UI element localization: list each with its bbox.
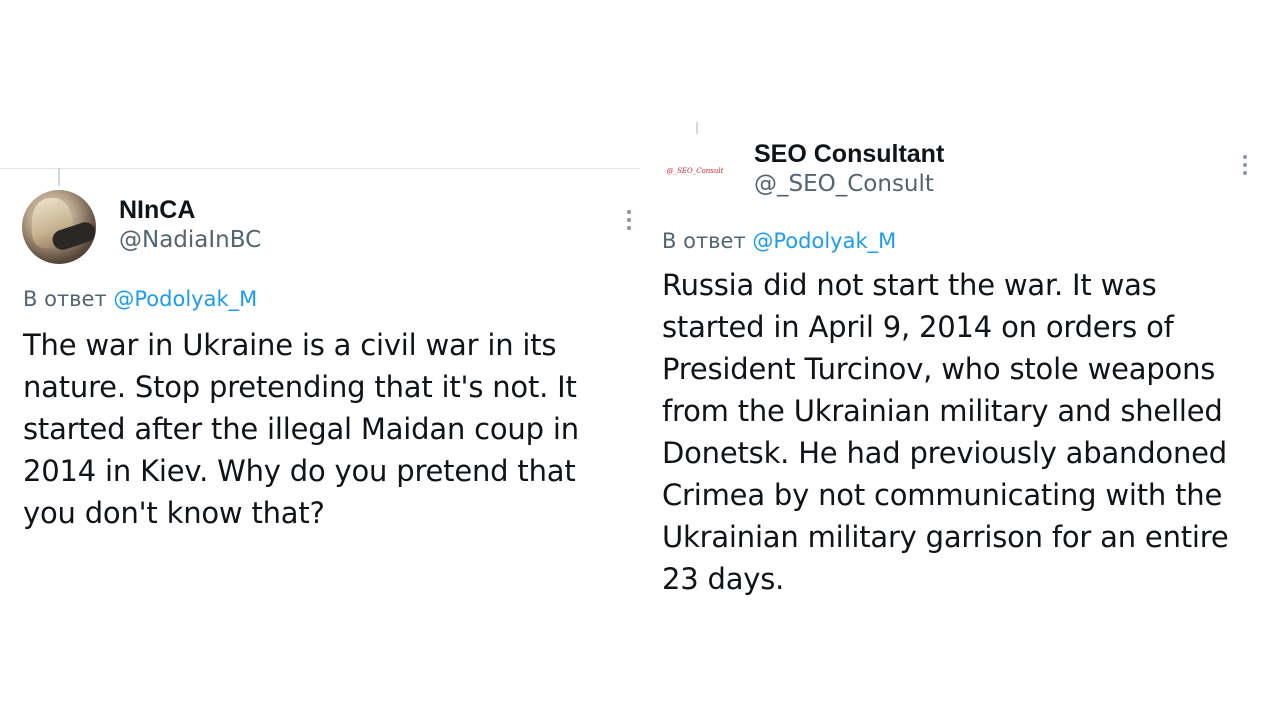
reply-mention-link[interactable]: @Podolyak_M bbox=[113, 287, 257, 311]
author-handle[interactable]: @_SEO_Consult bbox=[754, 171, 934, 197]
avatar-logo-text: @_SEO_Consult bbox=[666, 167, 724, 175]
reply-prefix: В ответ bbox=[662, 229, 753, 253]
reply-mention-link[interactable]: @Podolyak_M bbox=[752, 229, 896, 253]
more-vertical-icon[interactable] bbox=[626, 210, 632, 230]
thread-connector bbox=[58, 168, 60, 186]
author-handle[interactable]: @NadiaInBC bbox=[119, 227, 261, 253]
avatar[interactable]: @_SEO_Consult bbox=[660, 136, 730, 206]
tweet-body: Russia did not start the war. It was sta… bbox=[662, 268, 1229, 596]
author-name[interactable]: NInCA bbox=[119, 196, 195, 225]
reply-context: В ответ @Podolyak_M bbox=[662, 229, 896, 253]
reply-context: В ответ @Podolyak_M bbox=[23, 287, 257, 311]
left-tweet-panel: NInCA @NadiaInBC В ответ @Podolyak_M The… bbox=[0, 0, 640, 719]
avatar[interactable] bbox=[22, 190, 96, 264]
more-vertical-icon[interactable] bbox=[1242, 155, 1248, 175]
divider bbox=[0, 168, 640, 169]
author-name[interactable]: SEO Consultant bbox=[754, 140, 944, 169]
reply-prefix: В ответ bbox=[23, 287, 114, 311]
tweet-body: The war in Ukraine is a civil war in its… bbox=[23, 328, 579, 530]
thread-connector bbox=[696, 122, 698, 134]
